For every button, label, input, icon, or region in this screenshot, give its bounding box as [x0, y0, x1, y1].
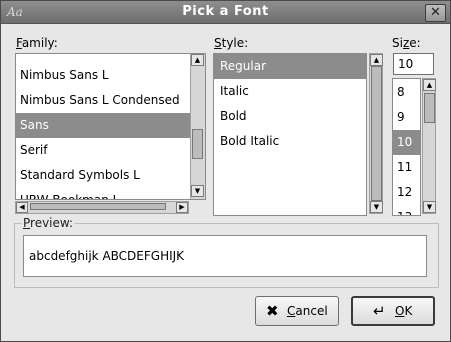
family-vertical-scrollbar[interactable]: ▲ ▼ — [190, 54, 205, 199]
scroll-down-icon[interactable]: ▼ — [191, 185, 204, 197]
scroll-right-icon[interactable]: ▶ — [176, 202, 188, 213]
size-list-item[interactable]: 12 — [393, 180, 420, 205]
style-list[interactable]: Regular Italic Bold Bold Italic — [213, 53, 367, 216]
family-list-item[interactable]: Serif — [16, 138, 205, 163]
scroll-down-icon[interactable]: ▼ — [370, 201, 383, 213]
size-list-item[interactable]: 9 — [393, 105, 420, 130]
ok-button[interactable]: ↵ OK — [351, 296, 435, 326]
family-list-item[interactable]: URW Bookman L — [16, 188, 205, 199]
style-list-item[interactable]: Bold Italic — [214, 129, 366, 154]
size-list-item[interactable]: 10 — [393, 130, 420, 155]
family-horizontal-scrollbar[interactable]: ◀ ▶ — [15, 201, 189, 214]
size-vertical-scrollbar[interactable]: ▲ ▼ — [422, 78, 436, 214]
family-list-item[interactable]: Standard Symbols L — [16, 163, 205, 188]
scroll-up-icon[interactable]: ▲ — [191, 54, 204, 66]
style-vertical-scrollbar[interactable]: ▲ ▼ — [369, 53, 383, 214]
close-icon: ✕ — [430, 5, 441, 20]
size-list[interactable]: 8910111213 — [392, 78, 421, 216]
size-label: Size: — [392, 36, 421, 50]
family-scroll-thumb[interactable] — [192, 129, 203, 159]
size-list-item[interactable]: 11 — [393, 155, 420, 180]
family-list-item[interactable]: Nimbus Roman No9 L — [16, 54, 205, 63]
cancel-icon: ✖ — [266, 302, 279, 320]
font-dialog: Aa Pick a Font ✕ Family: Nimbus Roman No… — [0, 0, 451, 342]
window-title: Pick a Font — [182, 4, 269, 19]
scroll-up-icon[interactable]: ▲ — [423, 79, 436, 91]
style-list-item[interactable]: Italic — [214, 79, 366, 104]
ok-label: OK — [395, 304, 413, 318]
scroll-down-icon[interactable]: ▼ — [423, 201, 436, 213]
preview-frame: Preview: abcdefghijk ABCDEFGHIJK — [14, 216, 439, 288]
size-input[interactable]: 10 — [393, 53, 434, 75]
preview-label: Preview: — [21, 216, 76, 230]
scroll-left-icon[interactable]: ◀ — [16, 202, 28, 213]
scroll-up-icon[interactable]: ▲ — [370, 54, 383, 66]
family-list-item[interactable]: Nimbus Sans L Condensed — [16, 88, 205, 113]
style-list-item[interactable]: Regular — [214, 54, 366, 79]
family-label: Family: — [16, 36, 58, 50]
ok-icon: ↵ — [373, 302, 386, 320]
size-list-item[interactable]: 13 — [393, 205, 420, 215]
title-bar[interactable]: Aa Pick a Font ✕ — [1, 1, 450, 24]
preview-text-field[interactable]: abcdefghijk ABCDEFGHIJK — [23, 235, 427, 277]
style-scroll-thumb[interactable] — [371, 66, 382, 201]
style-list-item[interactable]: Bold — [214, 104, 366, 129]
size-list-item[interactable]: 8 — [393, 80, 420, 105]
family-list[interactable]: Nimbus Roman No9 LNimbus Sans LNimbus Sa… — [15, 53, 206, 200]
family-hscroll-thumb[interactable] — [30, 203, 166, 210]
family-list-item[interactable]: Nimbus Sans L — [16, 63, 205, 88]
cancel-label: Cancel — [287, 304, 328, 318]
close-button[interactable]: ✕ — [425, 4, 446, 22]
style-label: Style: — [214, 36, 249, 50]
size-scroll-thumb[interactable] — [424, 93, 435, 123]
cancel-button[interactable]: ✖ Cancel — [255, 296, 339, 326]
family-list-item[interactable]: Sans — [16, 113, 205, 138]
